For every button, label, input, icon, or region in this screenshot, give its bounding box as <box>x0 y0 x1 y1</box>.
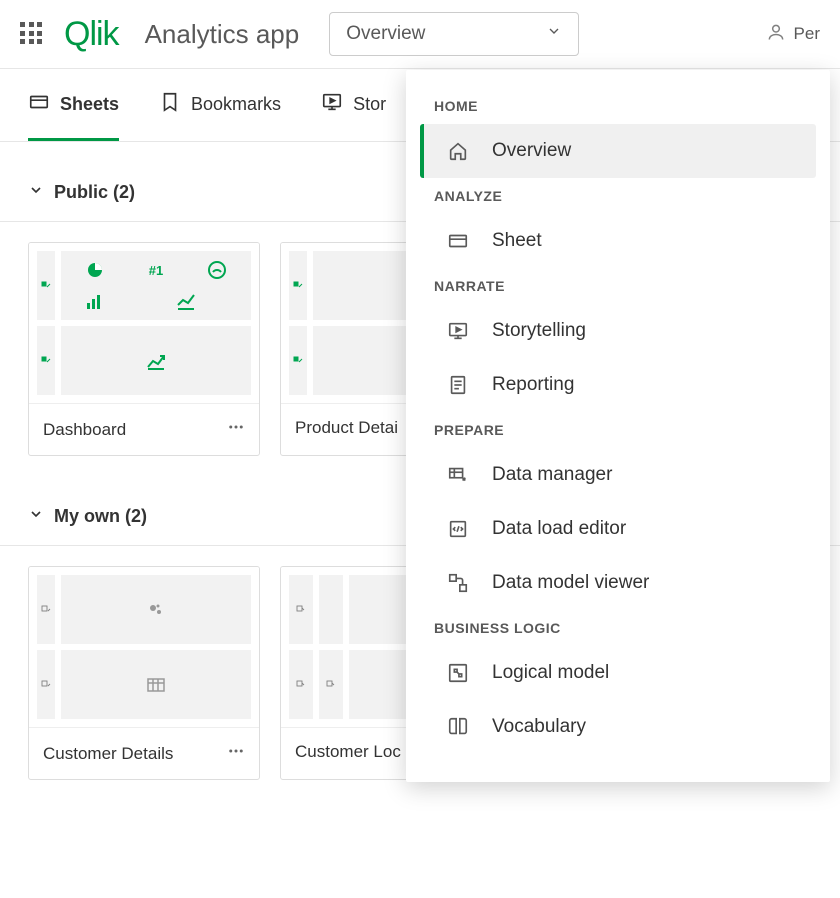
dropdown-item-logical-model[interactable]: Logical model <box>420 646 816 700</box>
tab-sheets[interactable]: Sheets <box>28 69 119 141</box>
view-dropdown-label: Overview <box>346 23 425 45</box>
logical-model-icon <box>446 662 470 684</box>
storytelling-icon <box>446 320 470 342</box>
dropdown-item-sheet[interactable]: Sheet <box>420 214 816 268</box>
app-title: Analytics app <box>145 19 300 50</box>
dropdown-item-storytelling[interactable]: Storytelling <box>420 304 816 358</box>
chevron-down-icon <box>546 23 562 45</box>
view-dropdown[interactable]: Overview <box>329 12 579 56</box>
dropdown-item-label: Data model viewer <box>492 572 649 594</box>
data-model-viewer-icon <box>446 572 470 594</box>
more-icon[interactable] <box>227 742 245 765</box>
sheets-icon <box>28 91 50 118</box>
home-icon <box>446 140 470 162</box>
dropdown-item-vocabulary[interactable]: Vocabulary <box>420 700 816 754</box>
apps-grid-icon[interactable] <box>20 22 44 46</box>
card-preview: #1 <box>29 243 259 403</box>
user-label: Per <box>794 24 820 44</box>
data-manager-icon <box>446 464 470 486</box>
tab-label: Stor <box>353 94 386 115</box>
card-title: Customer Details <box>43 744 173 764</box>
dropdown-item-data-model-viewer[interactable]: Data model viewer <box>420 556 816 610</box>
tab-label: Sheets <box>60 94 119 115</box>
chevron-down-icon <box>28 506 44 527</box>
dropdown-item-data-load-editor[interactable]: Data load editor <box>420 502 816 556</box>
dropdown-group-label: HOME <box>420 88 816 124</box>
mini-icon <box>37 251 55 320</box>
dropdown-item-label: Sheet <box>492 230 542 252</box>
dropdown-item-data-manager[interactable]: Data manager <box>420 448 816 502</box>
chevron-down-icon <box>28 182 44 203</box>
dropdown-group-label: NARRATE <box>420 268 816 304</box>
view-dropdown-panel: HOME Overview ANALYZE Sheet NARRATE Stor… <box>406 70 830 782</box>
dropdown-item-label: Reporting <box>492 374 574 396</box>
vocabulary-icon <box>446 716 470 738</box>
card-preview <box>29 567 259 727</box>
reporting-icon <box>446 374 470 396</box>
dropdown-item-overview[interactable]: Overview <box>420 124 816 178</box>
dropdown-item-label: Storytelling <box>492 320 586 342</box>
dropdown-group-label: BUSINESS LOGIC <box>420 610 816 646</box>
bookmark-icon <box>159 91 181 118</box>
app-header: Qlik Analytics app Overview Per <box>0 0 840 69</box>
tab-bookmarks[interactable]: Bookmarks <box>159 69 281 141</box>
storytelling-icon <box>321 91 343 118</box>
section-title: My own (2) <box>54 506 147 527</box>
dropdown-item-label: Logical model <box>492 662 609 684</box>
dropdown-item-label: Vocabulary <box>492 716 586 738</box>
user-menu[interactable]: Per <box>766 22 820 47</box>
dropdown-item-label: Data load editor <box>492 518 626 540</box>
sheet-icon <box>446 230 470 252</box>
sheet-card[interactable]: #1 Dashboard <box>28 242 260 456</box>
qlik-logo: Qlik <box>64 15 119 54</box>
sheet-card[interactable]: Customer Details <box>28 566 260 780</box>
dropdown-item-reporting[interactable]: Reporting <box>420 358 816 412</box>
tab-label: Bookmarks <box>191 94 281 115</box>
data-load-editor-icon <box>446 518 470 540</box>
card-title: Dashboard <box>43 420 126 440</box>
more-icon[interactable] <box>227 418 245 441</box>
user-icon <box>766 22 786 47</box>
mini-icon <box>37 326 55 395</box>
dropdown-item-label: Data manager <box>492 464 612 486</box>
tab-stories[interactable]: Stor <box>321 69 386 141</box>
dropdown-group-label: ANALYZE <box>420 178 816 214</box>
card-title: Product Detai <box>295 418 398 438</box>
section-title: Public (2) <box>54 182 135 203</box>
dropdown-item-label: Overview <box>492 140 571 162</box>
card-title: Customer Loc <box>295 742 401 762</box>
dropdown-group-label: PREPARE <box>420 412 816 448</box>
